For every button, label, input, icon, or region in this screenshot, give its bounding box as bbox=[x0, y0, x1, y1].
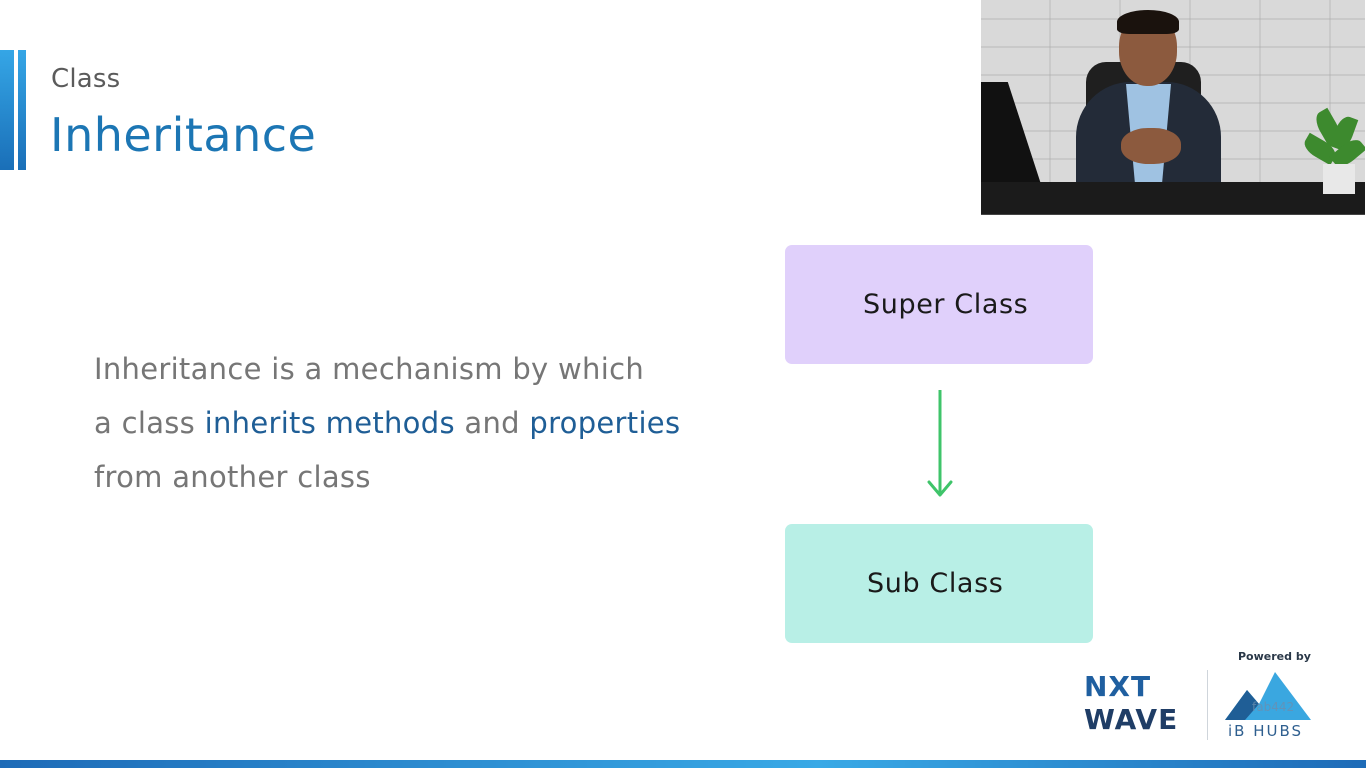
super-class-label: Super Class bbox=[863, 289, 1029, 320]
partner-watermark: fab442 bbox=[1252, 700, 1295, 714]
inheritance-arrow bbox=[927, 390, 953, 497]
presenter-hands bbox=[1121, 128, 1181, 164]
sub-class-label: Sub Class bbox=[867, 568, 1004, 599]
ibhubs-mountain-icon bbox=[1225, 672, 1311, 720]
highlight-properties: properties bbox=[529, 406, 681, 440]
powered-by-label: Powered by bbox=[1238, 650, 1311, 663]
logo-divider bbox=[1207, 670, 1208, 740]
bottom-accent-bar bbox=[0, 760, 1366, 768]
body-line-1: Inheritance is a mechanism by which bbox=[94, 352, 645, 386]
slide-kicker: Class bbox=[51, 64, 121, 94]
desk-shape bbox=[981, 182, 1365, 214]
accent-bar-secondary bbox=[18, 50, 26, 170]
presenter-video bbox=[981, 0, 1365, 215]
body-line-2-mid: and bbox=[454, 406, 530, 440]
sub-class-box: Sub Class bbox=[785, 524, 1093, 643]
nxtwave-logo-bottom: WAVE bbox=[1084, 703, 1179, 736]
nxtwave-logo-top: NXT bbox=[1084, 670, 1152, 703]
highlight-inherits-methods: inherits methods bbox=[204, 406, 455, 440]
slide-title: Inheritance bbox=[50, 108, 317, 162]
ibhubs-wordmark: iB HUBS bbox=[1228, 722, 1304, 740]
body-line-2: a class inherits methods and properties bbox=[94, 396, 744, 450]
body-line-2-pre: a class bbox=[94, 406, 205, 440]
slide-body: Inheritance is a mechanism by which a cl… bbox=[94, 342, 744, 504]
super-class-box: Super Class bbox=[785, 245, 1093, 364]
accent-bar bbox=[0, 50, 14, 170]
body-line-3: from another class bbox=[94, 460, 371, 494]
